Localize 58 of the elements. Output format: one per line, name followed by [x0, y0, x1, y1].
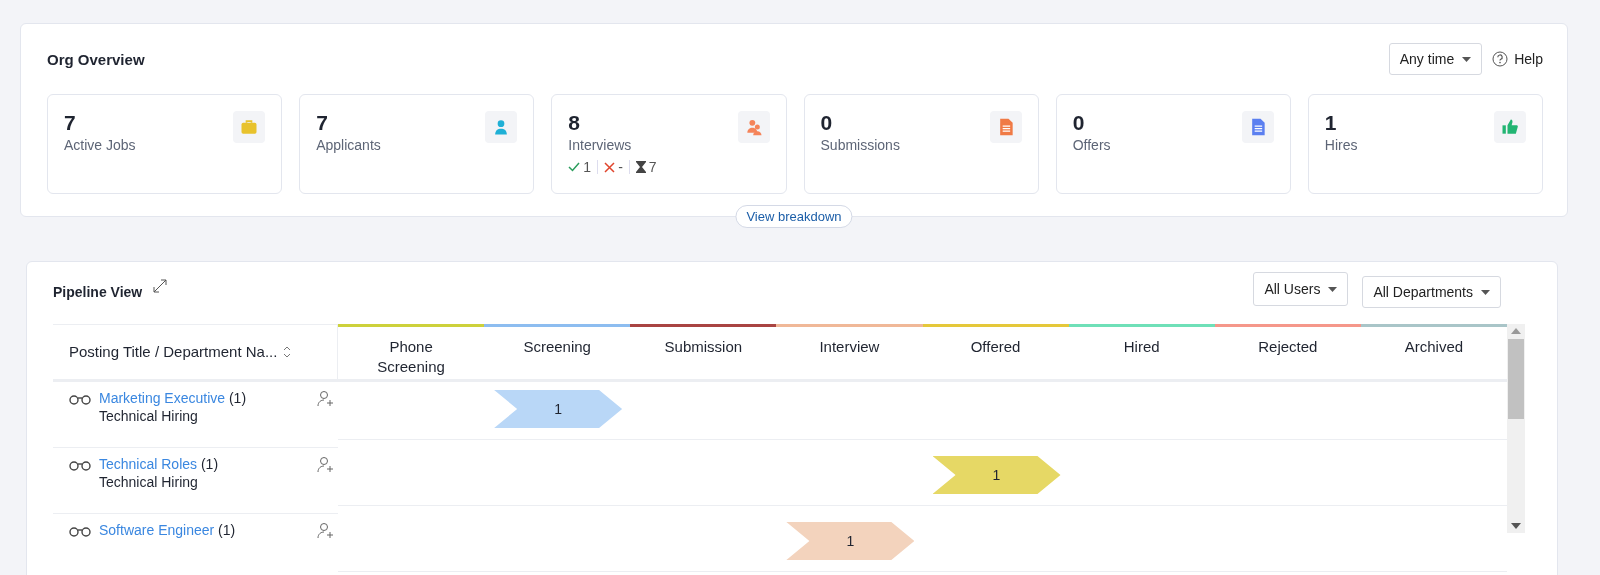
- binoculars-icon: [69, 393, 91, 405]
- stat-label: Submissions: [820, 137, 900, 153]
- caret-icon: [1481, 289, 1490, 295]
- stage-count-chip[interactable]: 1: [494, 390, 623, 428]
- stage-header: Hired: [1068, 324, 1215, 382]
- department-name: Technical Hiring: [99, 408, 199, 424]
- sort-icon[interactable]: [283, 346, 292, 358]
- job-title-link[interactable]: Software Engineer: [99, 522, 215, 538]
- stat-value: 7: [64, 111, 77, 135]
- stat-label: Active Jobs: [64, 137, 136, 153]
- expand-icon[interactable]: [152, 278, 169, 294]
- stat-label: Offers: [1072, 137, 1111, 153]
- stage-header: Screening: [484, 324, 631, 382]
- stat-value: 1: [1324, 111, 1338, 135]
- binoculars-icon: [69, 525, 91, 537]
- section-title: Pipeline View: [53, 284, 143, 300]
- caret-icon: [1462, 56, 1472, 62]
- stage-header: Phone Screening: [338, 324, 485, 382]
- check-icon: [568, 161, 581, 173]
- failed-count: -: [618, 159, 623, 175]
- add-person-icon[interactable]: [317, 390, 335, 408]
- stage-header: Submission: [630, 324, 777, 382]
- pending-count: 7: [648, 159, 657, 175]
- scrollbar[interactable]: [1507, 324, 1525, 533]
- stage-count-chip[interactable]: 1: [932, 456, 1061, 494]
- section-title: Org Overview: [47, 50, 145, 68]
- add-person-icon[interactable]: [317, 522, 335, 540]
- job-entry: Software Engineer (1): [99, 522, 237, 538]
- time-filter-dropdown[interactable]: Any time: [1388, 43, 1483, 75]
- help-icon: [1492, 51, 1509, 67]
- cross-icon: [604, 161, 616, 173]
- stat-value: 0: [1072, 111, 1086, 135]
- department-filter-dropdown[interactable]: All Departments: [1362, 276, 1501, 308]
- stat-value: 8: [568, 111, 582, 135]
- scroll-down-arrow-icon[interactable]: [1511, 523, 1521, 529]
- job-entry: Technical Roles (1): [99, 456, 220, 472]
- job-entry: Marketing Executive (1): [99, 390, 248, 406]
- stage-header: Interview: [776, 324, 923, 382]
- help-link[interactable]: Help: [1514, 51, 1543, 67]
- job-title-link[interactable]: Marketing Executive: [99, 390, 226, 406]
- scroll-up-arrow-icon[interactable]: [1511, 328, 1521, 334]
- user-filter-dropdown[interactable]: All Users: [1253, 272, 1349, 306]
- department-name: Technical Hiring: [99, 474, 199, 490]
- stage-count-chip[interactable]: 1: [786, 522, 915, 560]
- caret-icon: [1328, 286, 1338, 292]
- hourglass-icon: [635, 161, 646, 173]
- stat-label: Hires: [1324, 137, 1358, 153]
- stat-label: Applicants: [316, 137, 381, 153]
- stat-label: Interviews: [568, 137, 633, 153]
- stage-header: Offered: [922, 324, 1069, 382]
- binoculars-icon: [69, 459, 91, 471]
- passed-count: 1: [583, 159, 592, 175]
- job-title-link[interactable]: Technical Roles: [99, 456, 198, 472]
- view-breakdown-button[interactable]: View breakdown: [735, 205, 853, 228]
- stage-header: Rejected: [1214, 324, 1361, 382]
- stat-value: 7: [316, 111, 329, 135]
- stat-value: 0: [820, 111, 834, 135]
- add-person-icon[interactable]: [317, 456, 335, 474]
